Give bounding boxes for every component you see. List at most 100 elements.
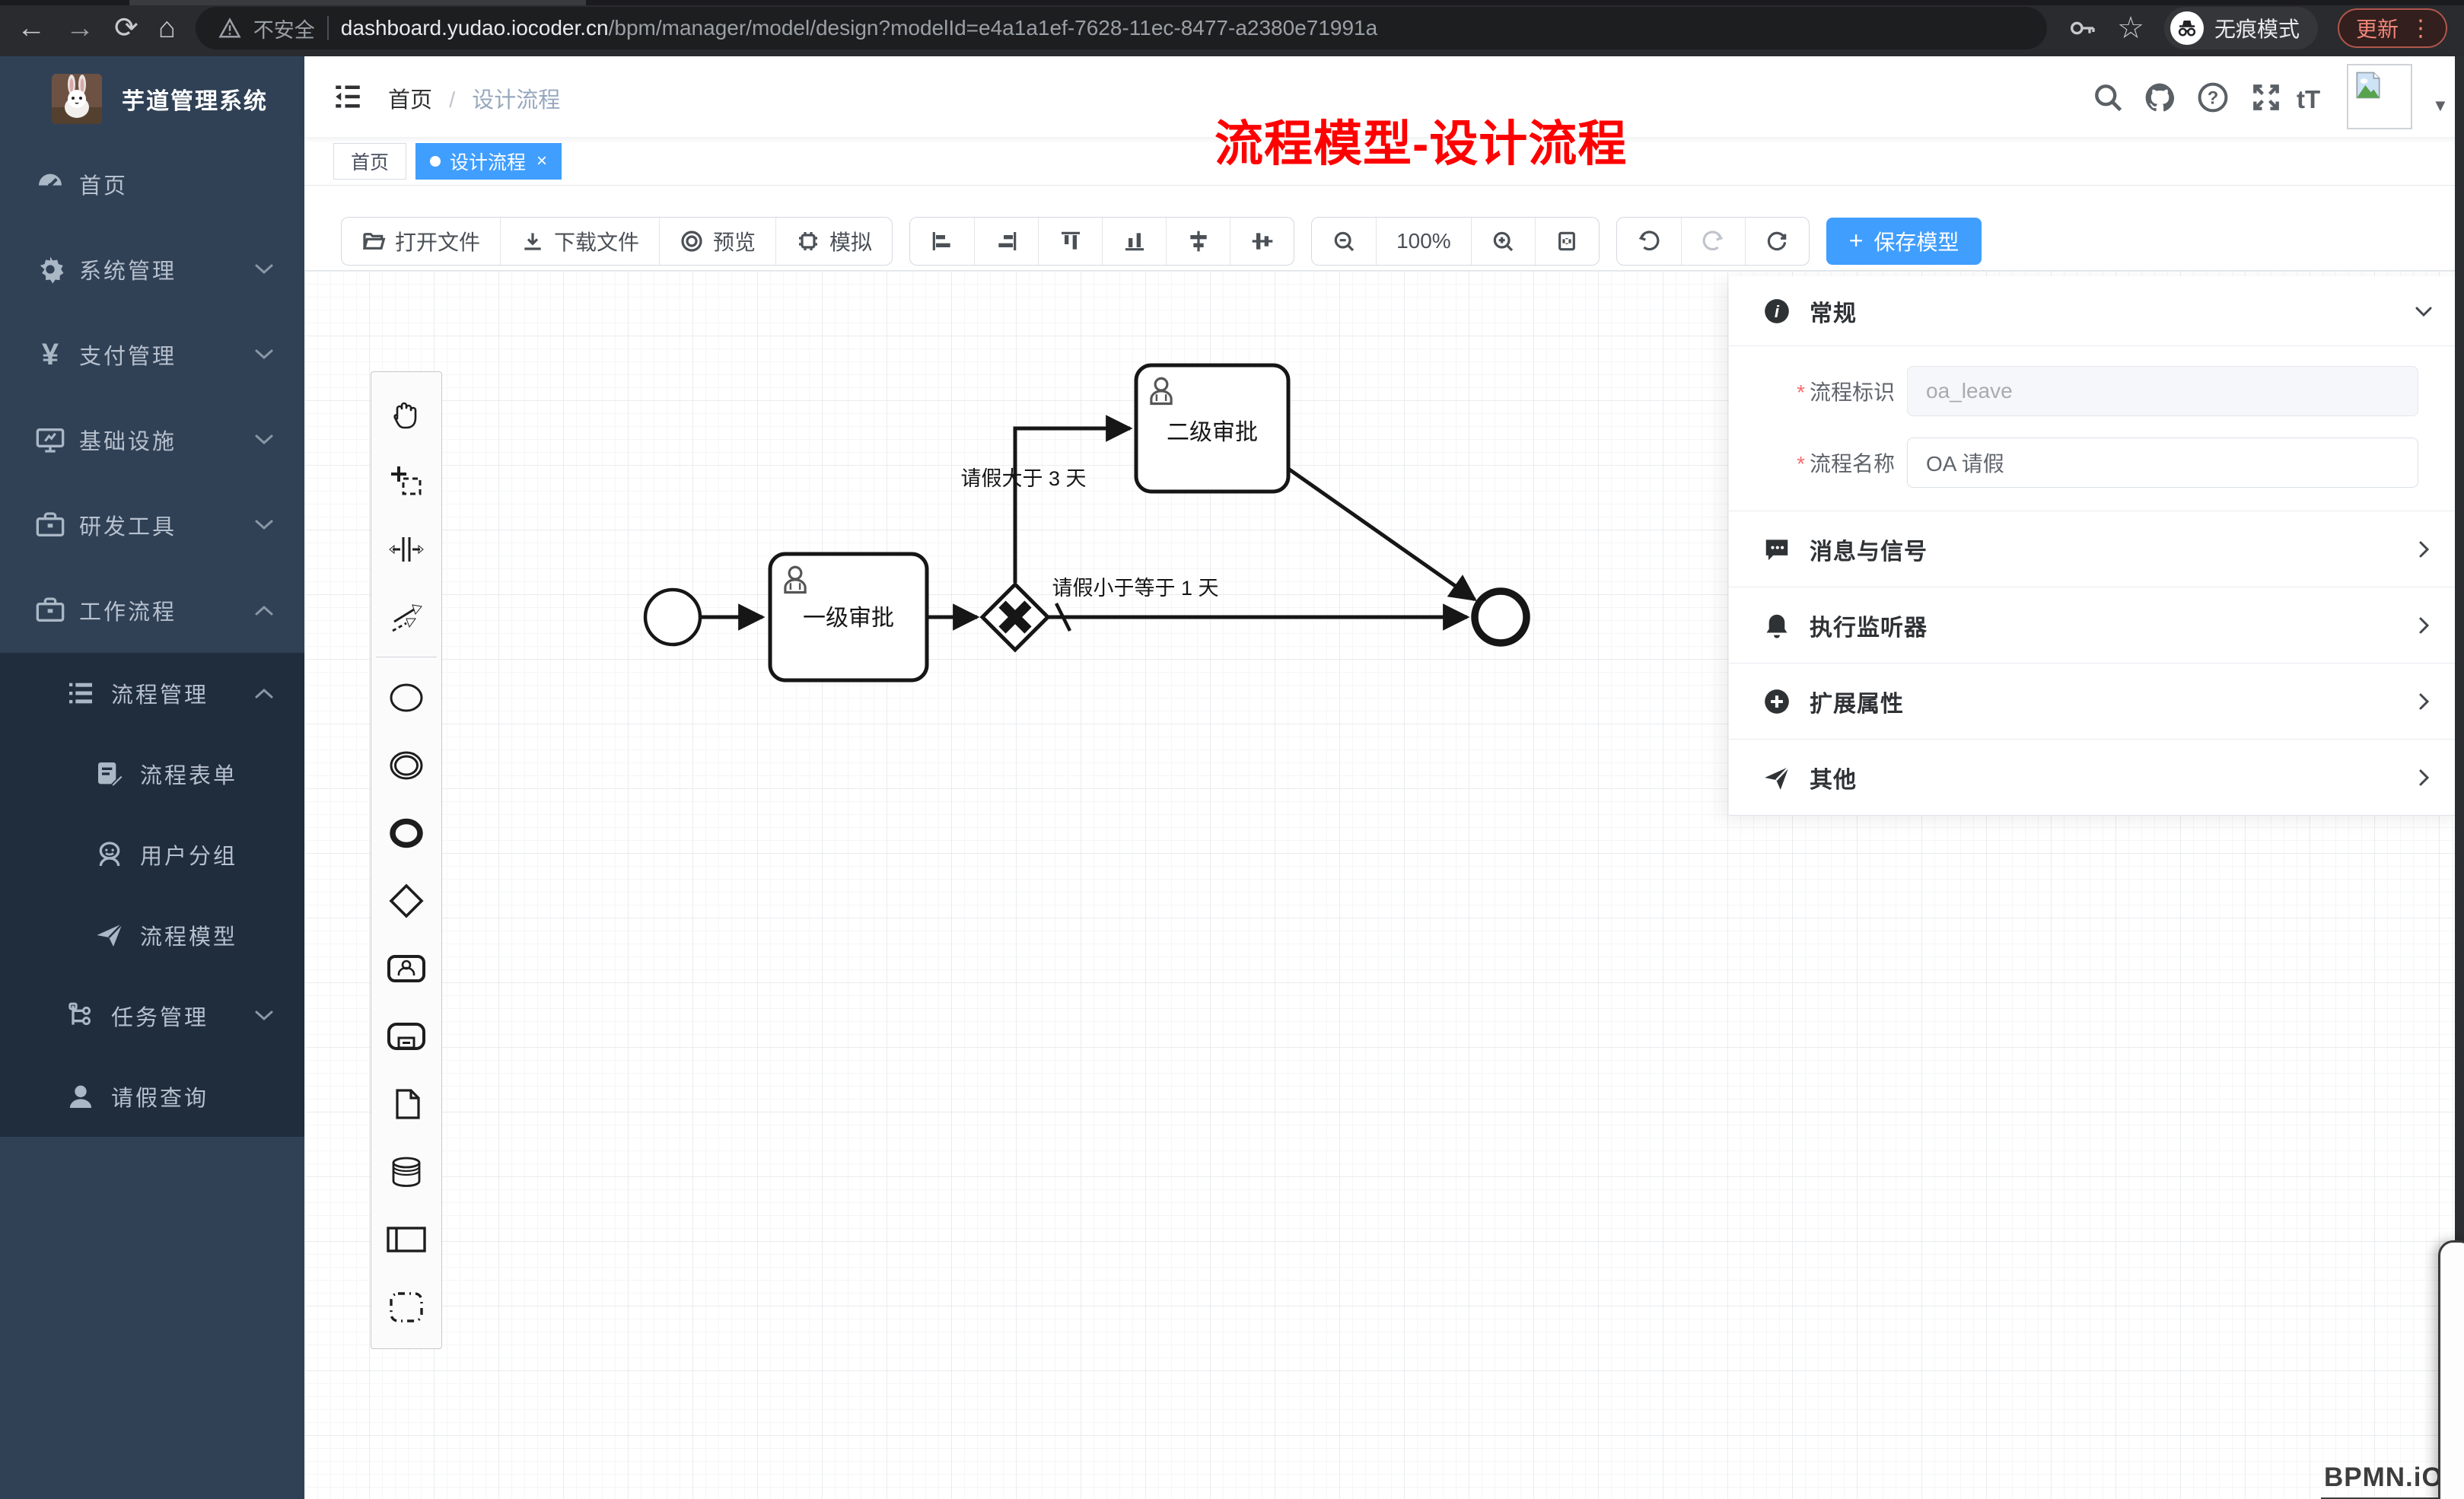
form-icon <box>94 759 125 789</box>
exclusive-gateway-node[interactable] <box>982 584 1048 650</box>
avatar[interactable] <box>2347 64 2412 129</box>
align-bottom-button[interactable] <box>1102 218 1166 265</box>
section-listeners[interactable]: 执行监听器 <box>1729 587 2464 664</box>
redo-button[interactable] <box>1681 218 1745 265</box>
task1-label: 一级审批 <box>803 606 894 631</box>
undo-button[interactable] <box>1617 218 1681 265</box>
process-key-row: *流程标识 <box>1729 366 2464 416</box>
bpmn-io-watermark[interactable]: BPMN.iO <box>2321 1462 2446 1499</box>
restart-button[interactable] <box>1745 218 1809 265</box>
align-vcenter-button[interactable] <box>1166 218 1230 265</box>
browser-scrollbar-thumb[interactable] <box>2438 1240 2464 1499</box>
section-title: 扩展属性 <box>1810 685 1904 718</box>
end-event-node[interactable] <box>1475 591 1526 643</box>
save-model-button[interactable]: + 保存模型 <box>1826 218 1982 265</box>
annotation-title: 流程模型-设计流程 <box>1214 105 1627 175</box>
font-size-icon[interactable]: tT <box>2297 85 2342 119</box>
bpmn-canvas[interactable]: 一级审批 请假大于 3 天 二级审批 请假小于等于 1 天 <box>304 270 2464 1499</box>
refresh-icon <box>1765 229 1789 253</box>
section-general[interactable]: i 常规 <box>1729 276 2464 346</box>
align-right-button[interactable] <box>974 218 1038 265</box>
process-name-input[interactable] <box>1907 438 2418 488</box>
tab-close-icon[interactable]: × <box>536 151 547 172</box>
download-file-button[interactable]: 下载文件 <box>500 218 659 265</box>
address-bar[interactable]: 不安全 dashboard.yudao.iocoder.cn/bpm/manag… <box>196 7 2047 49</box>
align-button-group <box>909 217 1294 266</box>
sidebar-item-leave-query[interactable]: 请假查询 <box>0 1056 304 1137</box>
tab-label: 首页 <box>351 148 389 175</box>
yen-icon: ¥ <box>35 339 65 370</box>
browser-back-icon[interactable]: ← <box>17 14 46 43</box>
toolbox-icon <box>35 595 65 625</box>
section-other[interactable]: 其他 <box>1729 740 2464 816</box>
sidebar-item-process-form[interactable]: 流程表单 <box>0 734 304 814</box>
sidebar-item-task-manage[interactable]: 任务管理 <box>0 975 304 1056</box>
task2-node[interactable]: 二级审批 <box>1136 365 1288 492</box>
general-form: *流程标识 *流程名称 <box>1729 346 2464 511</box>
sidebar-item-devtools[interactable]: 研发工具 <box>0 482 304 568</box>
browser-reload-icon[interactable]: ⟳ <box>114 14 138 43</box>
screen: ← → ⟳ ⌂ 不安全 dashboard.yudao.iocoder.cn/b… <box>0 0 2464 1499</box>
sidebar-item-system[interactable]: 系统管理 <box>0 227 304 312</box>
sidebar-item-label: 支付管理 <box>79 339 177 371</box>
sidebar-item-home[interactable]: 首页 <box>0 142 304 227</box>
tab-home[interactable]: 首页 <box>333 143 406 180</box>
zoom-out-button[interactable] <box>1312 218 1376 265</box>
button-label: 预览 <box>713 226 756 256</box>
breadcrumb: 首页 / 设计流程 <box>388 82 560 114</box>
breadcrumb-home[interactable]: 首页 <box>388 88 432 113</box>
preview-button[interactable]: 预览 <box>659 218 775 265</box>
process-key-input[interactable] <box>1907 366 2418 416</box>
active-dot-icon <box>430 156 441 167</box>
redo-icon <box>1701 229 1725 253</box>
section-extensions[interactable]: 扩展属性 <box>1729 664 2464 740</box>
update-label: 更新 <box>2356 13 2399 43</box>
fullscreen-icon[interactable] <box>2249 81 2283 114</box>
align-left-button[interactable] <box>910 218 974 265</box>
flow-task2-to-end[interactable] <box>1288 469 1475 600</box>
chevron-down-icon <box>254 263 274 275</box>
avatar-caret-icon[interactable]: ▼ <box>2432 96 2449 116</box>
zoom-reset-button[interactable] <box>1535 218 1599 265</box>
open-file-button[interactable]: 打开文件 <box>342 218 500 265</box>
zoom-in-button[interactable] <box>1471 218 1535 265</box>
password-key-icon[interactable] <box>2067 13 2097 43</box>
app-title: 芋道管理系统 <box>122 82 268 116</box>
sidebar-item-payment[interactable]: ¥ 支付管理 <box>0 312 304 397</box>
help-icon[interactable]: ? <box>2196 81 2230 114</box>
flow-le-label[interactable]: 请假小于等于 1 天 <box>1052 577 1218 600</box>
start-event-node[interactable] <box>645 590 700 644</box>
align-bottom-icon <box>1122 229 1147 253</box>
flow-gateway-to-task2[interactable] <box>1015 428 1130 583</box>
simulate-button[interactable]: 模拟 <box>775 218 892 265</box>
sidebar-item-workflow[interactable]: 工作流程 <box>0 568 304 653</box>
browser-menu-kebab-icon[interactable]: ⋮ <box>2409 15 2432 42</box>
sidebar-item-label: 基础设施 <box>79 424 177 456</box>
send-icon <box>1762 763 1791 792</box>
browser-forward-icon[interactable]: → <box>65 14 94 43</box>
tab-design[interactable]: 设计流程 × <box>415 143 562 180</box>
sidebar-item-infra[interactable]: 基础设施 <box>0 397 304 482</box>
bookmark-star-icon[interactable]: ☆ <box>2117 13 2144 43</box>
search-icon[interactable] <box>2091 81 2125 114</box>
section-messages[interactable]: 消息与信号 <box>1729 511 2464 587</box>
align-hcenter-button[interactable] <box>1230 218 1294 265</box>
browser-update-button[interactable]: 更新 ⋮ <box>2338 8 2447 48</box>
sidebar-item-process-model[interactable]: 流程模型 <box>0 895 304 975</box>
process-key-label: *流程标识 <box>1729 376 1895 406</box>
browser-home-icon[interactable]: ⌂ <box>158 14 176 43</box>
sidebar-item-label: 研发工具 <box>79 509 177 541</box>
chevron-up-icon <box>254 687 274 699</box>
align-right-icon <box>995 229 1019 253</box>
sidebar-fold-icon[interactable] <box>332 81 364 113</box>
sidebar-item-process-manage[interactable]: 流程管理 <box>0 653 304 734</box>
flow-gt-label[interactable]: 请假大于 3 天 <box>960 467 1086 490</box>
chevron-down-icon <box>254 348 274 361</box>
github-icon[interactable] <box>2143 81 2176 114</box>
url-path: /bpm/manager/model/design?modelId=e4a1a1… <box>609 16 1378 40</box>
sidebar-item-user-group[interactable]: 用户分组 <box>0 814 304 895</box>
app-logo-row[interactable]: 芋道管理系统 <box>0 56 304 142</box>
zoom-level: 100% <box>1376 218 1471 265</box>
align-top-button[interactable] <box>1038 218 1102 265</box>
task1-node[interactable]: 一级审批 <box>770 554 927 680</box>
